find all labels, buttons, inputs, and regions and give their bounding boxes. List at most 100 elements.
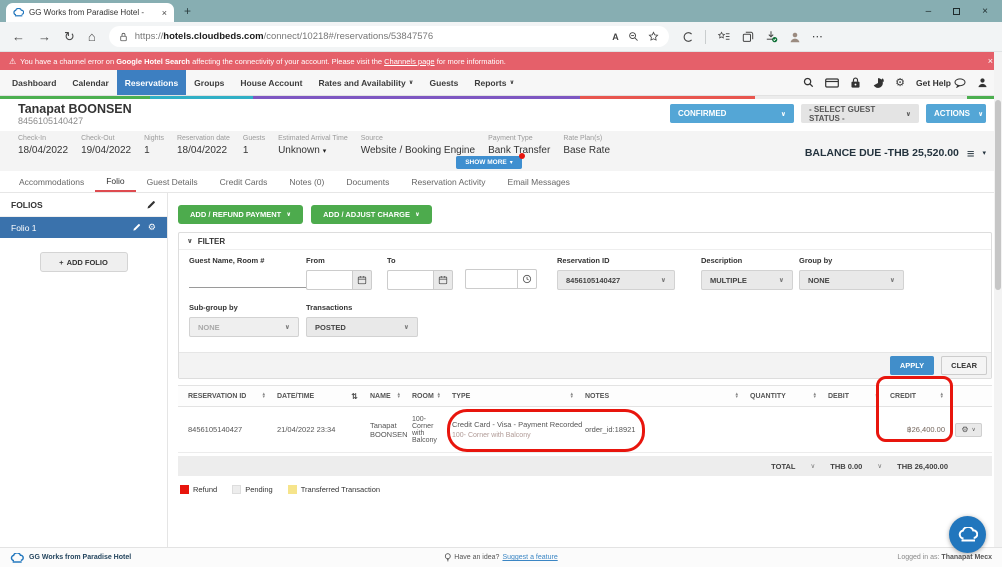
header-quantity[interactable]: QUANTITY▴▾ [750,386,828,406]
clock-icon[interactable] [517,269,537,289]
clear-button[interactable]: CLEAR [941,356,987,375]
filter-header[interactable]: ∨ FILTER [179,233,991,250]
arrival-time-dropdown[interactable]: Unknown▾ [278,145,348,156]
zoom-out-icon[interactable] [628,31,639,42]
sort-icon[interactable]: ▴▾ [875,393,878,399]
reservation-status-dropdown[interactable]: CONFIRMED ∨ [670,104,794,123]
scrollbar-thumb[interactable] [995,100,1001,290]
tab-folio[interactable]: Folio [95,171,135,192]
nav-item-reservations[interactable]: Reservations [117,70,186,95]
cloudbeds-chat-icon [958,527,978,542]
window-close-button[interactable]: × [982,6,988,17]
time-input[interactable] [465,269,517,289]
group-by-select[interactable]: NONE ∨ [799,270,904,290]
chevron-down-icon[interactable]: ▾ [982,149,986,157]
search-icon[interactable] [803,77,814,88]
reservation-id-select[interactable]: 8456105140427 ∨ [557,270,675,290]
header-reservation-id[interactable]: RESERVATION ID▴▾ [188,386,277,406]
guest-status-dropdown[interactable]: - SELECT GUEST STATUS - ∨ [801,104,919,123]
add-refund-payment-button[interactable]: ADD / REFUND PAYMENT ∨ [178,205,303,224]
reports-pie-icon[interactable] [872,77,884,89]
page-scrollbar[interactable] [994,52,1002,547]
chevron-down-icon[interactable]: ∨ [877,462,882,470]
header-notes[interactable]: NOTES▴▾ [585,386,750,406]
from-date-input[interactable] [306,270,352,290]
actions-button[interactable]: ACTIONS ∨ [926,104,986,123]
tab-reservation-activity[interactable]: Reservation Activity [400,171,496,192]
transactions-select[interactable]: POSTED ∨ [306,317,418,337]
profile-avatar[interactable] [789,31,801,43]
nav-item-groups[interactable]: Groups [186,70,232,95]
address-bar[interactable]: https://hotels.cloudbeds.com/connect/102… [109,26,669,47]
read-aloud-icon[interactable]: A [612,32,619,42]
sort-icon[interactable]: ▴▾ [262,393,265,399]
nav-item-rates-availability[interactable]: Rates and Availability∨ [310,70,421,95]
browser-menu-icon[interactable]: ⋯ [812,30,824,43]
tab-guest-details[interactable]: Guest Details [136,171,209,192]
tab-documents[interactable]: Documents [335,171,400,192]
calendar-icon[interactable] [352,270,372,290]
channels-page-link[interactable]: Channels page [384,57,434,66]
tab-email-messages[interactable]: Email Messages [497,171,581,192]
chevron-down-icon[interactable]: ∨ [810,462,815,470]
description-select[interactable]: MULTIPLE ∨ [701,270,793,290]
forward-icon[interactable]: → [38,29,51,44]
sort-icon[interactable]: ▴▾ [813,393,816,399]
tab-notes[interactable]: Notes (0) [278,171,335,192]
collections-icon[interactable] [742,31,754,43]
edit-pencil-icon[interactable] [132,223,141,232]
header-room[interactable]: ROOM▴▾ [412,386,452,406]
sort-icon[interactable]: ▴▾ [437,393,440,399]
new-tab-button[interactable]: + [184,4,191,18]
apply-button[interactable]: APPLY [890,356,934,375]
nav-item-guests[interactable]: Guests [422,70,467,95]
back-icon[interactable]: ← [12,29,25,44]
nav-item-dashboard[interactable]: Dashboard [4,70,64,95]
settings-gear-icon[interactable]: ⚙ [895,76,905,89]
subgroup-select[interactable]: NONE ∨ [189,317,299,337]
balance-menu-icon[interactable]: ≡ [967,146,975,161]
tab-accommodations[interactable]: Accommodations [8,171,95,192]
edit-pencil-icon[interactable] [146,200,156,210]
user-icon[interactable] [977,77,988,88]
suggest-feature-link[interactable]: Suggest a feature [502,554,557,561]
header-name[interactable]: NAME▴▾ [370,386,412,406]
add-folio-button[interactable]: + ADD FOLIO [40,252,128,272]
header-debit[interactable]: DEBIT▴▾ [828,386,890,406]
banner-close-icon[interactable]: × [988,56,993,66]
browser-essentials-icon[interactable] [682,31,694,43]
sort-icon[interactable]: ▴▾ [940,393,943,399]
sort-icon[interactable]: ▴▾ [397,393,400,399]
tab-credit-cards[interactable]: Credit Cards [209,171,279,192]
minimize-button[interactable]: – [926,6,932,17]
folio-gear-icon[interactable]: ⚙ [148,222,156,233]
to-date-input[interactable] [387,270,433,290]
show-more-button[interactable]: SHOW MORE ▾ [456,156,522,169]
payments-card-icon[interactable] [825,78,839,88]
row-gear-button[interactable]: ⚙ ∨ [955,423,982,437]
sort-active-icon[interactable]: ⇅ [351,392,358,401]
add-adjust-charge-button[interactable]: ADD / ADJUST CHARGE ∨ [311,205,432,224]
transaction-type-room: 100- Corner with Balcony [452,432,579,439]
header-type[interactable]: TYPE▴▾ [452,386,585,406]
nav-item-calendar[interactable]: Calendar [64,70,116,95]
folio-list-item[interactable]: Folio 1 ⚙ [0,217,167,238]
chat-widget-button[interactable] [949,516,986,553]
refresh-icon[interactable]: ↻ [64,29,75,45]
sort-icon[interactable]: ▴▾ [735,393,738,399]
browser-tab[interactable]: GG Works from Paradise Hotel - × [6,3,174,22]
pos-lock-icon[interactable] [850,77,861,89]
favorites-icon[interactable] [717,31,731,42]
nav-item-house-account[interactable]: House Account [232,70,310,95]
downloads-icon[interactable] [765,30,778,43]
calendar-icon[interactable] [433,270,453,290]
maximize-button[interactable] [953,8,960,15]
header-datetime[interactable]: DATE/TIME⇅ [277,386,370,406]
sort-icon[interactable]: ▴▾ [570,393,573,399]
nav-item-reports[interactable]: Reports∨ [466,70,522,95]
home-icon[interactable]: ⌂ [88,29,96,44]
header-credit[interactable]: CREDIT▴▾ [890,386,955,406]
tab-close-icon[interactable]: × [162,8,167,18]
add-favorite-star-icon[interactable] [648,31,659,42]
get-help-button[interactable]: Get Help [916,78,966,88]
